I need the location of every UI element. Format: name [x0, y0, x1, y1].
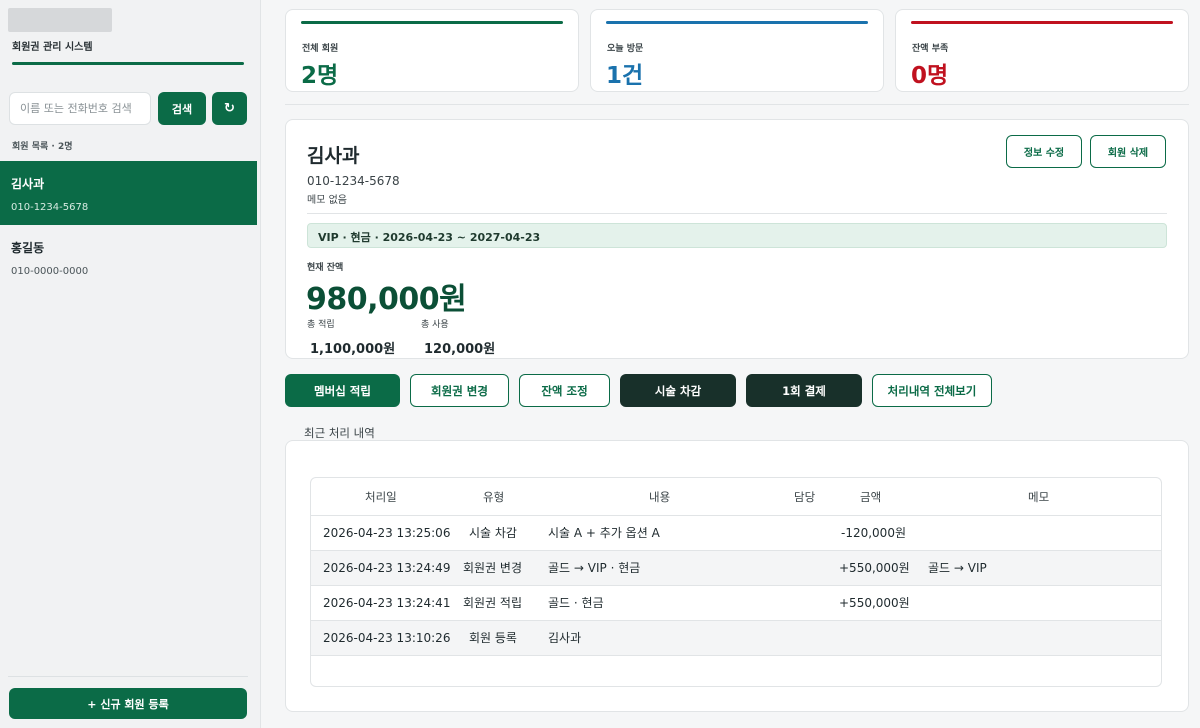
member-detail-name: 김사과: [307, 145, 360, 167]
stat-card-today-visits: 오늘 방문 1건: [590, 9, 884, 92]
sidebar: 회원권 관리 시스템 검색 ↻ 회원 목록 · 2명 김사과 010-1234-…: [0, 0, 261, 728]
cell-content: 김사과: [548, 631, 582, 645]
member-detail-memo: 메모 없음: [307, 195, 347, 206]
column-header: 처리일: [365, 490, 397, 504]
cell-amount: +550,000원: [839, 561, 910, 575]
member-phone: 010-1234-5678: [11, 202, 89, 213]
total-charge-value: 1,100,000원: [310, 342, 396, 357]
single-payment-button[interactable]: 1회 결제: [746, 374, 862, 407]
column-header: 금액: [860, 490, 882, 504]
table-row: 2026-04-23 13:24:49 회원권 변경 골드 → VIP · 현금…: [311, 551, 1161, 586]
cell-date: 2026-04-23 13:24:49: [323, 561, 451, 575]
change-membership-button[interactable]: 회원권 변경: [410, 374, 509, 407]
cell-type: 회원 등록: [469, 631, 517, 645]
stat-accent-bar: [606, 21, 868, 24]
cell-content: 골드 · 현금: [548, 596, 604, 610]
stat-value: 1건: [606, 63, 644, 89]
table-row: 2026-04-23 13:25:06 시술 차감 시술 A + 추가 옵션 A…: [311, 516, 1161, 551]
member-phone: 010-0000-0000: [11, 266, 89, 277]
total-used-value: 120,000원: [424, 342, 496, 357]
card-divider: [307, 213, 1167, 214]
cell-date: 2026-04-23 13:10:26: [323, 631, 451, 645]
deduct-treatment-button[interactable]: 시술 차감: [620, 374, 736, 407]
column-header: 담당: [794, 490, 816, 504]
view-all-history-button[interactable]: 처리내역 전체보기: [872, 374, 992, 407]
history-section-title: 최근 처리 내역: [304, 426, 375, 440]
balance-label: 현재 잔액: [307, 263, 344, 273]
logo-placeholder: [8, 8, 112, 32]
stat-card-low-balance: 잔액 부족 0명: [895, 9, 1189, 92]
section-divider: [285, 104, 1189, 105]
refresh-button[interactable]: ↻: [212, 92, 247, 125]
table-row: 2026-04-23 13:10:26 회원 등록 김사과: [311, 621, 1161, 656]
refresh-icon: ↻: [224, 101, 235, 116]
stat-value: 0명: [911, 63, 949, 89]
member-name: 홍길동: [11, 241, 45, 255]
search-input[interactable]: [9, 92, 151, 125]
cell-memo: 골드 → VIP: [928, 561, 987, 575]
add-membership-button[interactable]: 멤버십 적립: [285, 374, 400, 407]
cell-content: 시술 A + 추가 옵션 A: [548, 526, 660, 540]
member-detail-card: 김사과 010-1234-5678 메모 없음 정보 수정 회원 삭제 VIP …: [285, 119, 1189, 359]
table-row: 2026-04-23 13:24:41 회원권 적립 골드 · 현금 +550,…: [311, 586, 1161, 621]
total-used-label: 총 사용: [421, 320, 449, 330]
app-title: 회원권 관리 시스템: [12, 42, 93, 53]
search-button[interactable]: 검색: [158, 92, 206, 125]
cell-date: 2026-04-23 13:24:41: [323, 596, 451, 610]
stat-label: 잔액 부족: [912, 44, 949, 54]
stat-accent-bar: [301, 21, 563, 24]
stat-accent-bar: [911, 21, 1173, 24]
column-header: 내용: [649, 490, 671, 504]
member-name: 김사과: [11, 177, 45, 191]
history-table: 처리일 유형 내용 담당 금액 메모 2026-04-23 13:25:06 시…: [310, 477, 1162, 687]
total-charge-label: 총 적립: [307, 320, 335, 330]
stat-label: 오늘 방문: [607, 44, 644, 54]
table-header-row: 처리일 유형 내용 담당 금액 메모: [311, 478, 1161, 516]
balance-value: 980,000원: [306, 282, 467, 317]
cell-amount: +550,000원: [839, 596, 910, 610]
title-divider: [12, 62, 244, 65]
cell-date: 2026-04-23 13:25:06: [323, 526, 451, 540]
member-list-item[interactable]: 홍길동 010-0000-0000: [0, 225, 257, 289]
cell-type: 시술 차감: [469, 526, 517, 540]
member-list-label: 회원 목록 · 2명: [12, 142, 73, 152]
cell-type: 회원권 변경: [463, 561, 523, 575]
member-detail-phone: 010-1234-5678: [307, 174, 400, 188]
column-header: 유형: [483, 490, 505, 504]
cell-content: 골드 → VIP · 현금: [548, 561, 641, 575]
stat-value: 2명: [301, 63, 339, 89]
column-header: 메모: [1028, 490, 1050, 504]
delete-member-button[interactable]: 회원 삭제: [1090, 135, 1166, 168]
stat-label: 전체 회원: [302, 44, 339, 54]
register-member-button[interactable]: + 신규 회원 등록: [9, 688, 247, 719]
cell-amount: -120,000원: [841, 526, 906, 540]
membership-plan-badge: VIP · 현금 · 2026-04-23 ~ 2027-04-23: [307, 223, 1167, 248]
member-list-item-selected[interactable]: 김사과 010-1234-5678: [0, 161, 257, 225]
stat-card-total-members: 전체 회원 2명: [285, 9, 579, 92]
edit-info-button[interactable]: 정보 수정: [1006, 135, 1082, 168]
sidebar-divider: [8, 676, 248, 677]
adjust-balance-button[interactable]: 잔액 조정: [519, 374, 610, 407]
cell-type: 회원권 적립: [463, 596, 523, 610]
